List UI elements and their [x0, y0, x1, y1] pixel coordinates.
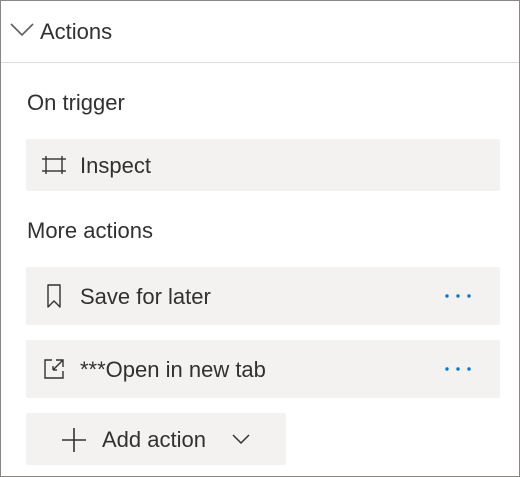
more-options-icon	[445, 294, 471, 298]
action-row-save-for-later[interactable]: Save for later	[26, 267, 500, 325]
action-row-open-in-new-tab[interactable]: ***Open in new tab	[26, 340, 500, 398]
action-label-open-in-new-tab: ***Open in new tab	[80, 357, 266, 382]
bookmark-icon	[47, 284, 61, 308]
section-title: Actions	[40, 19, 113, 44]
more-options-icon	[445, 367, 471, 371]
open-in-new-tab-icon	[44, 359, 64, 379]
action-row-inspect[interactable]: Inspect	[26, 139, 500, 191]
inspect-icon	[42, 156, 66, 174]
add-action-label: Add action	[102, 427, 206, 452]
on-trigger-label: On trigger	[27, 90, 125, 115]
action-label-save-for-later: Save for later	[80, 284, 211, 309]
add-action-button[interactable]: Add action	[26, 413, 286, 465]
chevron-down-icon[interactable]	[9, 21, 35, 39]
action-label-inspect: Inspect	[80, 153, 151, 178]
more-options-button[interactable]	[438, 357, 478, 381]
more-actions-label: More actions	[27, 218, 153, 243]
actions-section-header[interactable]: Actions	[1, 1, 519, 63]
plus-icon	[62, 428, 86, 452]
more-options-button[interactable]	[438, 284, 478, 308]
actions-panel: Actions On trigger Inspect More actions …	[0, 0, 520, 477]
chevron-down-icon	[232, 434, 250, 445]
